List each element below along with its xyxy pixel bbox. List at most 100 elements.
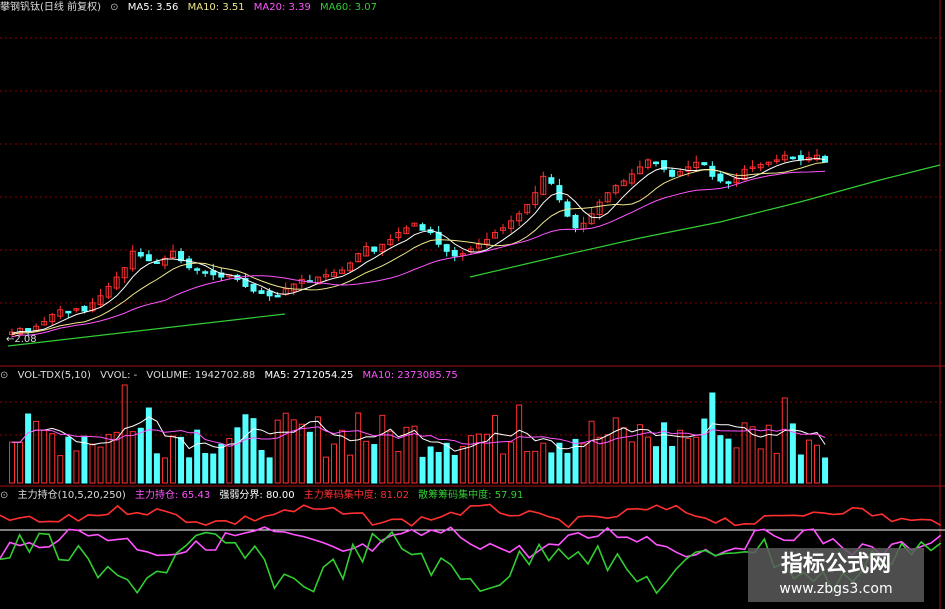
volume-bar bbox=[556, 442, 563, 484]
volume-bar bbox=[653, 446, 659, 484]
volume-bar bbox=[25, 413, 32, 484]
volume-bar bbox=[516, 404, 523, 484]
ma5-value: MA5: 3.56 bbox=[127, 2, 179, 13]
volume-bar bbox=[331, 443, 337, 484]
volume-bar bbox=[620, 427, 627, 484]
volume-bar bbox=[298, 423, 305, 484]
volume-bar bbox=[475, 433, 482, 484]
candle-body bbox=[371, 246, 378, 252]
volume-bar bbox=[669, 446, 676, 484]
volume-bar bbox=[757, 448, 764, 484]
candle-body bbox=[258, 290, 265, 294]
holding-value: 主力持仓: 65.43 bbox=[135, 490, 211, 501]
volume-bar bbox=[322, 456, 329, 484]
low-price-value: 2.08 bbox=[14, 334, 37, 345]
candle-body bbox=[797, 155, 804, 161]
vvol-value: VVOL: - bbox=[100, 370, 138, 381]
volume-bar bbox=[363, 440, 370, 484]
volume-bar bbox=[717, 435, 724, 484]
volume-bar bbox=[612, 417, 619, 484]
volume-bar bbox=[693, 436, 700, 484]
chart-title: 攀钢钒钛(日线 前复权) bbox=[0, 2, 101, 13]
volume-bar bbox=[371, 444, 378, 484]
candle-body bbox=[451, 250, 458, 257]
volume-bar bbox=[202, 453, 209, 484]
volume-bar bbox=[9, 441, 15, 484]
volume-bar bbox=[685, 438, 692, 484]
volume-bar bbox=[137, 427, 144, 484]
volume-bar bbox=[129, 431, 136, 484]
volume-bar bbox=[65, 436, 72, 484]
volume-bar bbox=[347, 454, 354, 484]
volume-bar bbox=[644, 436, 651, 484]
candle-body bbox=[709, 165, 716, 177]
volume-bar bbox=[814, 444, 820, 484]
volume-bar bbox=[258, 449, 265, 484]
volume-value: VOLUME: 1942702.88 bbox=[146, 370, 256, 381]
candle-body bbox=[717, 173, 724, 182]
retail-chip-value: 散筹筹码集中度: 57.91 bbox=[418, 490, 524, 501]
volume-panel-header: ⊙ VOL-TDX(5,10) VVOL: - VOLUME: 1942702.… bbox=[0, 369, 464, 383]
volume-bar bbox=[427, 446, 434, 484]
volume-bar bbox=[459, 445, 466, 484]
volume-bar bbox=[210, 453, 217, 484]
boundary-value: 强弱分界: 80.00 bbox=[219, 490, 295, 501]
candle-body bbox=[202, 271, 209, 274]
volume-bar bbox=[773, 452, 780, 484]
candle-body bbox=[65, 310, 72, 314]
volume-bar bbox=[822, 457, 829, 484]
price-panel-header: 攀钢钒钛(日线 前复权) ⊙ MA5: 3.56 MA10: 3.51 MA20… bbox=[0, 1, 383, 15]
watermark: 指标公式网 www.zbgs3.com bbox=[748, 548, 924, 602]
volume-bar bbox=[97, 446, 104, 484]
moving-average-lines bbox=[7, 157, 941, 347]
candle-body bbox=[145, 254, 152, 262]
volume-bar bbox=[57, 455, 64, 484]
vol-ma10-value: MA10: 2373085.75 bbox=[362, 370, 458, 381]
volume-bar bbox=[443, 442, 450, 484]
candle-body bbox=[789, 156, 796, 160]
candle-body bbox=[25, 328, 32, 332]
volume-bar bbox=[161, 457, 168, 484]
volume-bar bbox=[145, 407, 152, 484]
candle-body bbox=[137, 252, 144, 257]
stock-chart[interactable] bbox=[0, 0, 945, 609]
volume-bar bbox=[379, 414, 386, 484]
candle-body bbox=[669, 169, 676, 177]
ma60-value: MA60: 3.07 bbox=[320, 2, 378, 13]
volume-bar bbox=[395, 451, 402, 484]
candle-body bbox=[194, 268, 201, 271]
volume-bar bbox=[580, 443, 587, 484]
volume-bar bbox=[628, 441, 635, 484]
toggle-icon[interactable]: ⊙ bbox=[110, 2, 118, 13]
volume-bar bbox=[89, 443, 96, 484]
candle-body bbox=[266, 290, 273, 297]
volume-bar bbox=[73, 450, 80, 484]
volume-bar bbox=[419, 456, 426, 484]
volume-bar bbox=[306, 431, 313, 484]
volume-bar bbox=[121, 384, 128, 484]
ma20-value: MA20: 3.39 bbox=[253, 2, 311, 13]
volume-bar bbox=[725, 438, 732, 484]
indicator-panel-header: ⊙ 主力持仓(10,5,20,250) 主力持仓: 65.43 强弱分界: 80… bbox=[0, 489, 529, 503]
volume-bar bbox=[49, 433, 56, 484]
volume-bar bbox=[564, 452, 571, 484]
toggle-icon[interactable]: ⊙ bbox=[0, 370, 8, 381]
volume-bar bbox=[797, 454, 804, 484]
main-chip-line bbox=[0, 503, 942, 529]
toggle-icon[interactable]: ⊙ bbox=[0, 490, 8, 501]
volume-bar bbox=[540, 442, 547, 484]
volume-bar bbox=[282, 412, 289, 484]
candle-body bbox=[274, 294, 281, 298]
volume-bar bbox=[741, 422, 748, 484]
volume-bar bbox=[701, 418, 708, 484]
volume-bar bbox=[451, 454, 458, 484]
volume-bar bbox=[339, 429, 346, 484]
main-chip-value: 主力筹码集中度: 81.02 bbox=[303, 490, 409, 501]
volume-bar bbox=[677, 429, 684, 484]
watermark-url: www.zbgs3.com bbox=[779, 581, 893, 597]
volume-bar bbox=[178, 436, 185, 484]
volume-bar bbox=[387, 430, 394, 484]
candle-body bbox=[81, 306, 88, 312]
candle-body bbox=[419, 224, 426, 231]
vol-ma5-value: MA5: 2712054.25 bbox=[264, 370, 354, 381]
